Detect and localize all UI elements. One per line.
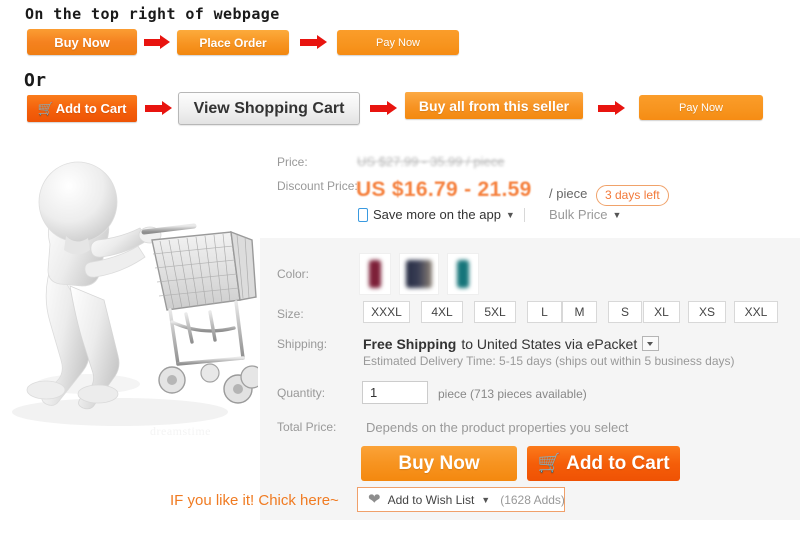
flow-arrow-5-icon [598, 101, 625, 115]
promo-countdown-badge: 3 days left [596, 185, 669, 206]
flow-button-buy-now[interactable]: Buy Now [27, 29, 137, 55]
original-price-value: US $27.99 - 35.99 / piece [357, 154, 505, 169]
quantity-label: Quantity: [277, 386, 326, 400]
flow-arrow-4-icon [370, 101, 397, 115]
size-option-5xl[interactable]: 5XL [474, 301, 516, 323]
add-to-cart-button[interactable]: 🛒 Add to Cart [527, 446, 680, 481]
instructions-banner: On the top right of webpage Buy Now Plac… [0, 0, 800, 132]
flow-button-pay-now-1[interactable]: Pay Now [337, 30, 459, 55]
size-option-xs[interactable]: XS [688, 301, 726, 323]
shopping-cart-figure-illustration [12, 161, 258, 426]
cart-icon: 🛒 [37, 101, 54, 116]
size-option-4xl[interactable]: 4XL [421, 301, 463, 323]
free-shipping-text: Free Shipping [363, 336, 457, 352]
flow-button-pay-now-2[interactable]: Pay Now [639, 95, 763, 120]
image-watermark: dreamstime [150, 424, 211, 438]
add-to-wish-list-label: Add to Wish List [387, 492, 475, 507]
divider [524, 208, 525, 222]
flow-button-buy-now-label: Buy Now [54, 34, 110, 50]
add-to-wish-list-button[interactable]: ❤ Add to Wish List ▼ (1628 Adds) [357, 487, 565, 512]
instruction-headline-top: On the top right of webpage [25, 5, 280, 23]
color-label: Color: [277, 267, 310, 281]
size-option-s[interactable]: S [608, 301, 642, 323]
flow-button-place-order[interactable]: Place Order [177, 30, 289, 55]
price-label: Price: [277, 155, 308, 169]
flow-button-buy-all-from-seller[interactable]: Buy all from this seller [405, 92, 583, 119]
flow-button-buy-all-label: Buy all from this seller [418, 97, 570, 114]
product-image: dreamstime [0, 136, 258, 450]
shipping-method: Free Shipping to United States via ePack… [363, 334, 660, 352]
heart-icon: ❤ [368, 491, 381, 508]
quantity-input[interactable]: 1 [362, 381, 428, 404]
save-on-app-link[interactable]: Save more on the app ▼ [358, 207, 515, 222]
add-to-cart-button-label: Add to Cart [566, 452, 670, 474]
flow-button-pay-now-2-label: Pay Now [678, 101, 724, 114]
flow-button-add-to-cart[interactable]: 🛒 Add to Cart [27, 95, 137, 122]
shipping-destination-text: to United States via ePacket [461, 336, 638, 352]
instruction-headline-or: Or [24, 70, 47, 91]
size-option-xxxl[interactable]: XXXL [363, 301, 410, 323]
quantity-availability-text: piece (713 pieces available) [438, 387, 587, 401]
size-option-m[interactable]: M [562, 301, 597, 323]
buy-now-button-label: Buy Now [398, 452, 480, 474]
flow-button-place-order-label: Place Order [199, 35, 267, 50]
discount-price-value: US $16.79 - 21.59 [356, 178, 532, 201]
bulk-price-link[interactable]: Bulk Price ▼ [549, 207, 621, 222]
cart-icon: 🛒 [537, 453, 562, 474]
buy-now-button[interactable]: Buy Now [361, 446, 517, 481]
phone-icon [358, 207, 368, 222]
price-unit: / piece [549, 186, 588, 201]
bulk-price-label: Bulk Price [549, 207, 608, 222]
flow-arrow-1-icon [144, 35, 170, 49]
shipping-label: Shipping: [277, 337, 328, 351]
shipping-eta-text: Estimated Delivery Time: 5-15 days (ship… [363, 354, 735, 368]
flow-button-view-shopping-cart[interactable]: View Shopping Cart [178, 92, 360, 125]
flow-button-view-shopping-cart-label: View Shopping Cart [193, 99, 345, 117]
color-swatch-0[interactable] [359, 253, 391, 295]
chevron-down-icon: ▼ [505, 209, 515, 220]
size-option-xl[interactable]: XL [643, 301, 680, 323]
size-option-xxl[interactable]: XXL [734, 301, 778, 323]
total-price-label: Total Price: [277, 420, 337, 434]
color-swatch-2[interactable] [447, 253, 479, 295]
wishlist-callout-text: IF you like it! Chick here~ [170, 492, 339, 509]
color-swatch-1[interactable] [399, 253, 439, 295]
size-label: Size: [277, 307, 304, 321]
flow-button-add-to-cart-label: Add to Cart [55, 101, 127, 116]
discount-price-label: Discount Price: [277, 179, 358, 193]
total-price-value: Depends on the product properties you se… [366, 420, 629, 435]
shipping-dropdown-toggle[interactable] [642, 336, 660, 351]
chevron-down-icon: ▼ [481, 494, 491, 505]
chevron-down-icon: ▼ [612, 209, 622, 220]
save-on-app-label: Save more on the app [373, 207, 501, 222]
wishlist-count: (1628 Adds) [500, 492, 565, 507]
flow-arrow-3-icon [145, 101, 172, 115]
flow-button-pay-now-1-label: Pay Now [375, 36, 421, 49]
flow-arrow-2-icon [300, 35, 327, 49]
size-option-l[interactable]: L [527, 301, 562, 323]
